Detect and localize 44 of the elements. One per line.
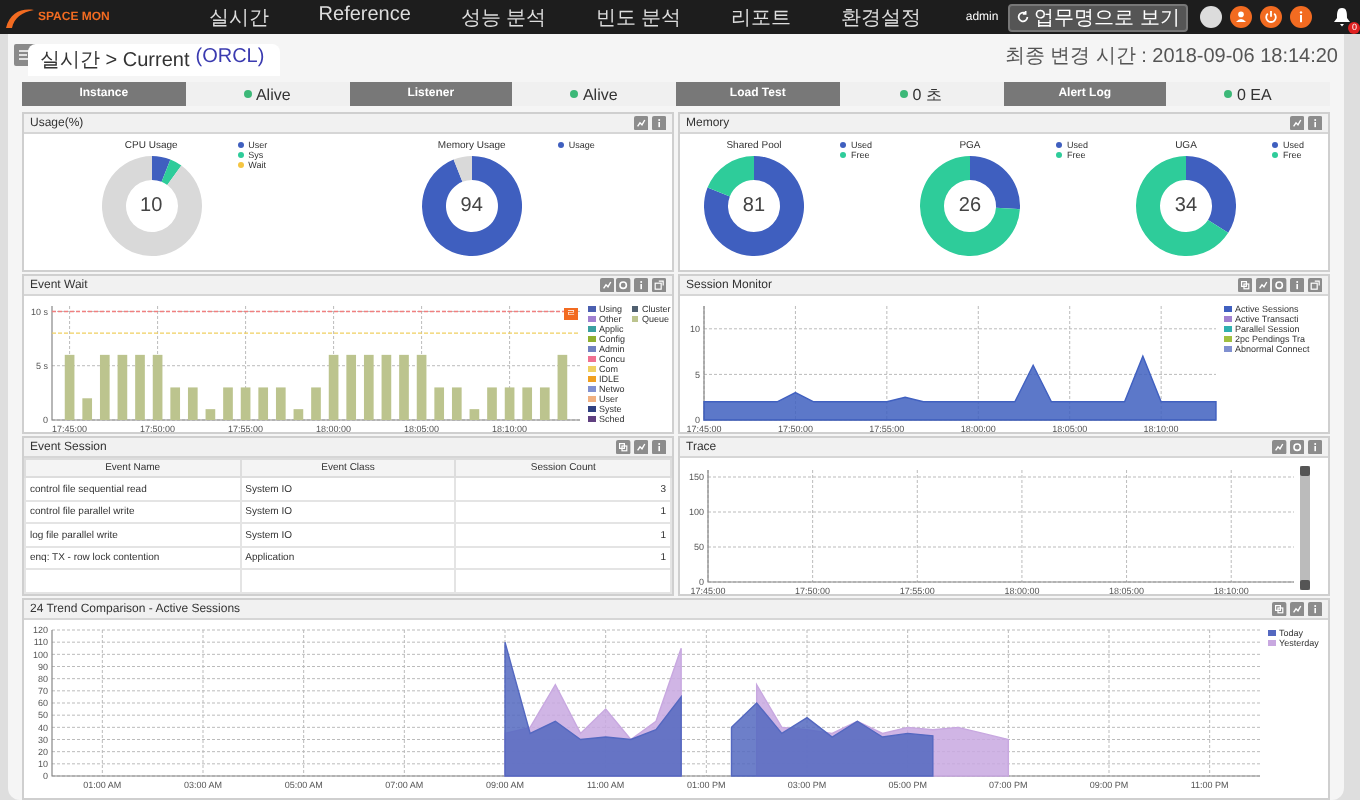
popout-icon[interactable] xyxy=(1307,277,1322,293)
chart-icon[interactable] xyxy=(599,277,614,293)
slider-handle[interactable] xyxy=(1300,466,1310,476)
settings-icon[interactable] xyxy=(1290,439,1305,455)
range-slider[interactable] xyxy=(1300,466,1310,590)
slider-handle[interactable] xyxy=(1300,580,1310,590)
avatar-icon[interactable] xyxy=(1200,6,1222,28)
status-value: 0 초 xyxy=(912,83,942,105)
chart-icon[interactable] xyxy=(1290,115,1305,131)
last-update-time: 최종 변경 시간 : 2018-09-06 18:14:20 xyxy=(1004,43,1338,69)
user-icon[interactable] xyxy=(1230,6,1252,28)
menu-item[interactable]: 환경설정 xyxy=(840,3,921,31)
bell-icon[interactable] xyxy=(1332,6,1352,28)
center-value: 26 xyxy=(958,195,982,217)
center-value: 94 xyxy=(460,195,483,217)
center-value: 81 xyxy=(742,195,766,217)
instance-name[interactable]: (ORCL) xyxy=(195,46,265,74)
power-icon[interactable] xyxy=(1260,6,1282,28)
breadcrumb-path: 실시간 > Current xyxy=(40,48,190,74)
menu-item[interactable]: 리포트 xyxy=(731,3,792,31)
popout-icon[interactable] xyxy=(651,277,666,293)
chart-icon[interactable] xyxy=(1255,277,1270,293)
logo-icon xyxy=(4,5,36,29)
expand-icon[interactable] xyxy=(1272,601,1288,617)
menu-item[interactable]: 빈도 분석 xyxy=(595,3,682,31)
refresh-icon xyxy=(1016,10,1031,24)
chart-icon[interactable] xyxy=(1272,439,1288,455)
menu-item[interactable]: 성능 분석 xyxy=(460,3,547,31)
center-value: 10 xyxy=(140,195,163,217)
chart-icon[interactable] xyxy=(1290,601,1305,617)
settings-icon[interactable] xyxy=(616,277,632,293)
chart-icon[interactable] xyxy=(634,439,649,455)
status-value: Alive xyxy=(582,85,618,103)
chart-icon[interactable] xyxy=(634,115,649,131)
expand-icon[interactable] xyxy=(616,439,632,455)
menu-item[interactable]: Reference xyxy=(318,3,411,31)
settings-icon[interactable] xyxy=(1272,277,1288,293)
expand-icon[interactable] xyxy=(1238,277,1253,293)
status-value: Alive xyxy=(255,85,291,103)
menu-item[interactable]: 실시간 xyxy=(208,3,269,31)
info-icon[interactable] xyxy=(1290,6,1312,28)
status-value: 0 EA xyxy=(1236,85,1272,103)
center-value: 34 xyxy=(1174,195,1198,217)
view-button[interactable]: 업무명으로 보기 xyxy=(1008,3,1188,31)
